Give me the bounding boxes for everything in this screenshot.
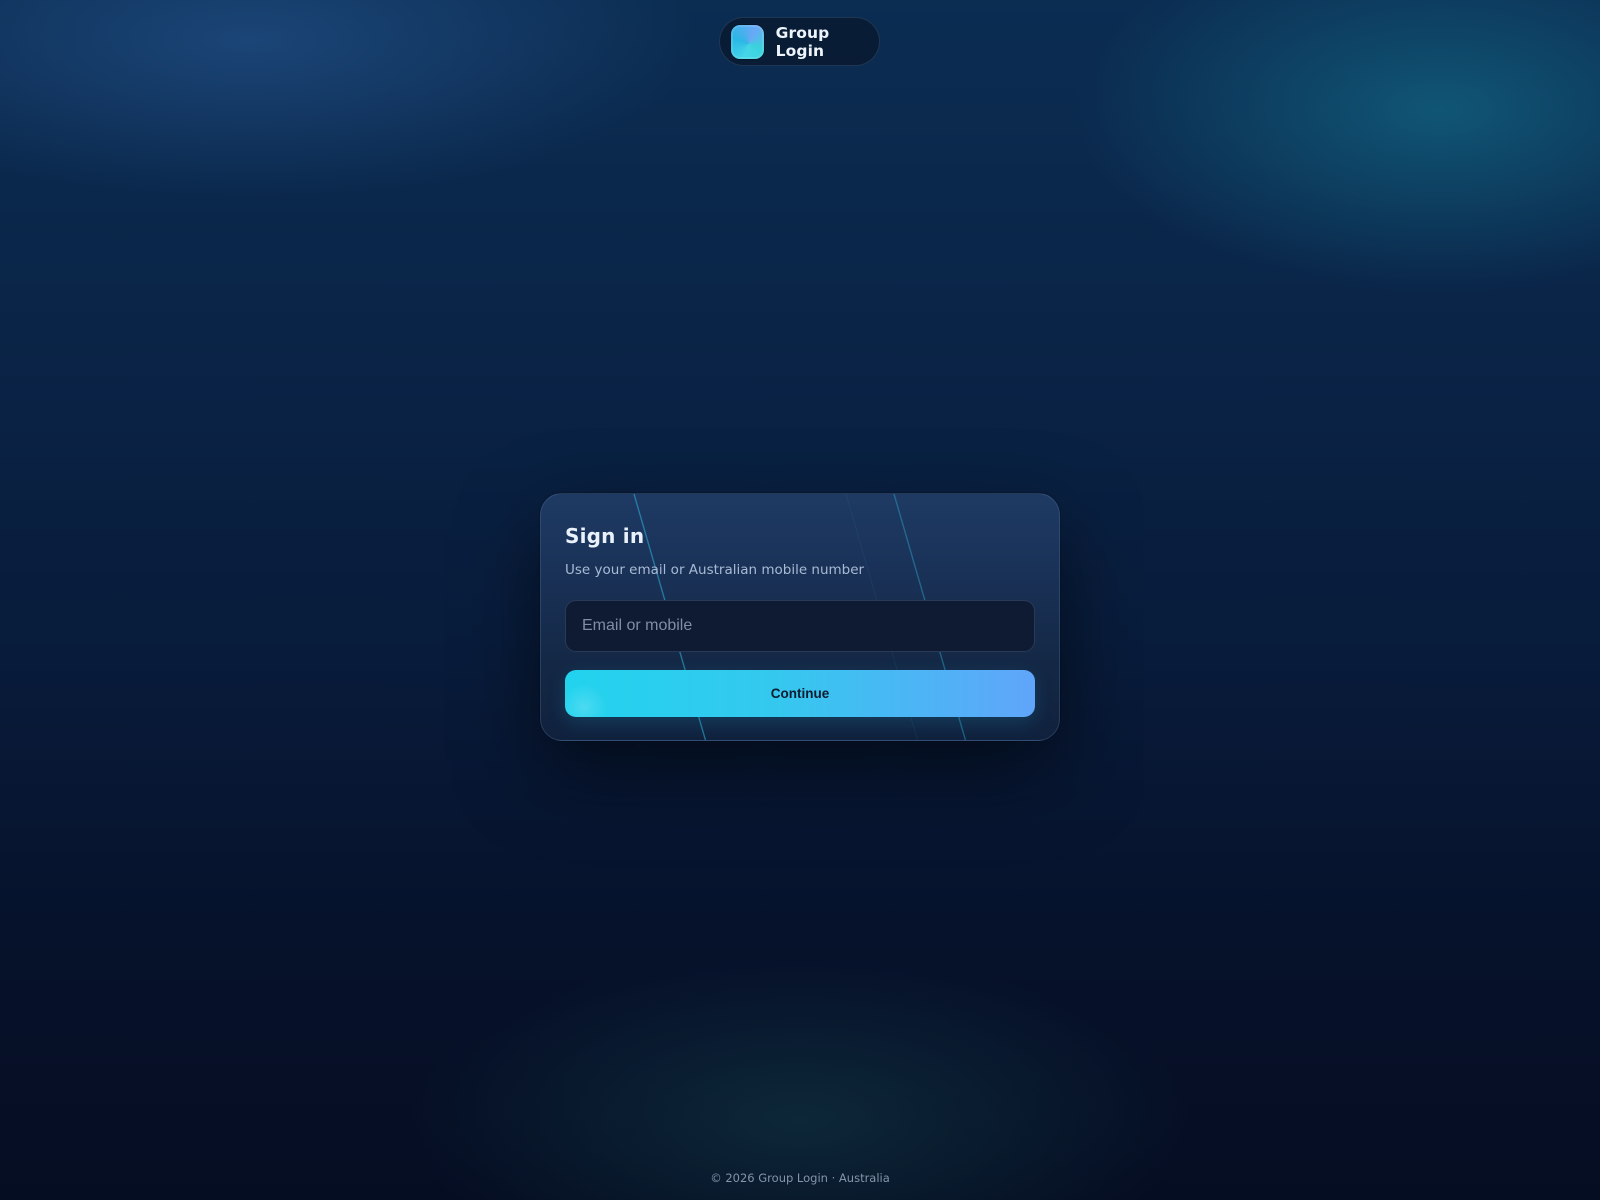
brand-name: Group Login bbox=[775, 23, 830, 60]
app-logo-icon bbox=[731, 24, 764, 59]
continue-button-label: Continue bbox=[770, 686, 830, 701]
brand-header: Group Login bbox=[719, 17, 880, 66]
email-or-mobile-input[interactable] bbox=[565, 600, 1035, 652]
button-glow bbox=[565, 682, 609, 717]
signin-card: Sign in Use your email or Australian mob… bbox=[540, 493, 1060, 741]
footer-text: © 2026 Group Login · Australia bbox=[710, 1171, 890, 1185]
continue-button[interactable]: Continue bbox=[565, 670, 1035, 717]
signin-title: Sign in bbox=[565, 524, 645, 548]
signin-subtitle: Use your email or Australian mobile numb… bbox=[565, 562, 865, 578]
